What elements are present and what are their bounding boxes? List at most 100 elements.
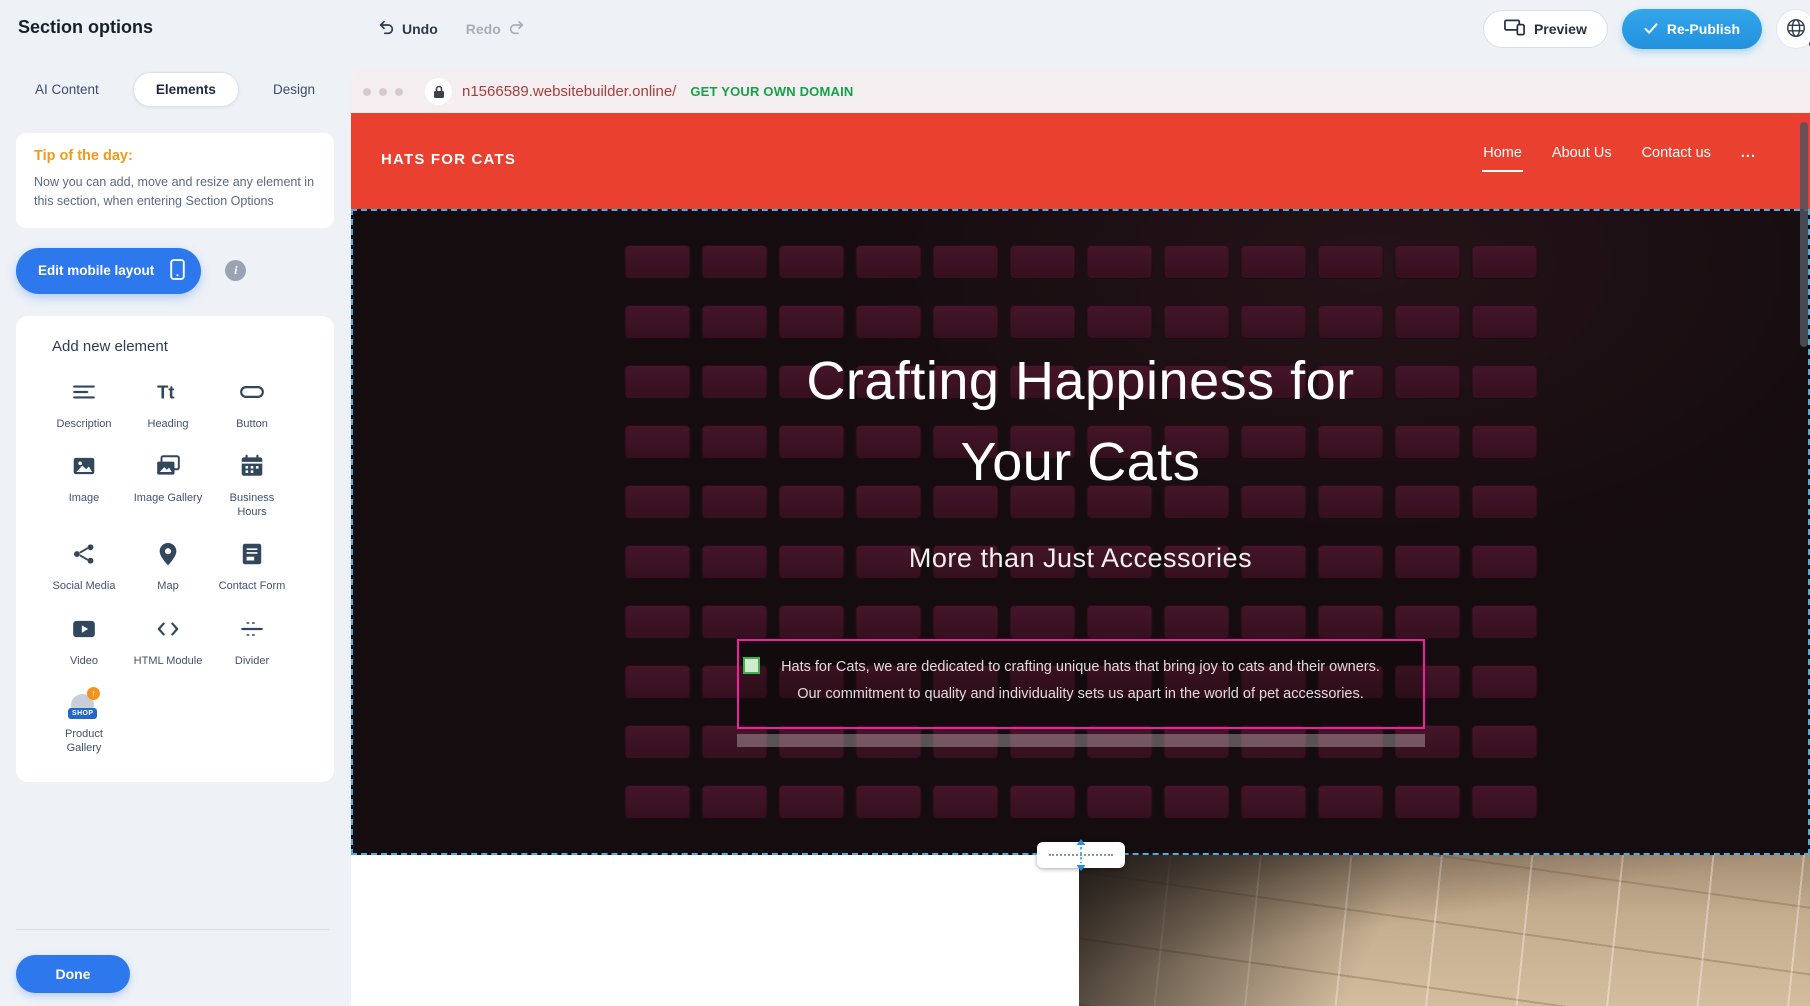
language-globe-button[interactable] [1776,9,1810,49]
next-section[interactable] [351,855,1810,1006]
element-option-description[interactable]: Description [42,379,126,431]
hero-tile [624,305,690,339]
topbar-actions: Preview Re-Publish [1483,0,1810,58]
element-drag-handle[interactable] [743,657,760,674]
hero-tile [855,245,921,279]
hero-tile [855,785,921,819]
section-options-sidebar: AI Content Elements Design Tip of the da… [0,58,350,1006]
hero-tile [1009,245,1075,279]
undo-button[interactable]: Undo [378,20,438,38]
element-margin-indicator [737,734,1425,747]
page-scrollbar[interactable] [1800,122,1808,347]
hero-tile [1240,605,1306,639]
edit-mobile-layout-button[interactable]: Edit mobile layout [16,248,201,294]
redo-icon [508,20,525,38]
hero-tile [1471,725,1537,759]
hero-paragraph: Hats for Cats, we are dedicated to craft… [739,654,1423,708]
hero-tile [1471,245,1537,279]
hero-section-selected[interactable]: Crafting Happiness for Your Cats More th… [351,209,1810,855]
site-nav: Home About Us Contact us ... [1483,145,1756,161]
hero-tile [1240,245,1306,279]
site-logo[interactable]: HATS FOR CATS [381,151,516,168]
image-gallery-icon [155,453,181,484]
hero-tile [1317,305,1383,339]
browser-chrome-bar: n1566589.websitebuilder.online/ GET YOUR… [351,70,1810,113]
section-resize-handle[interactable] [1037,842,1125,868]
done-button[interactable]: Done [16,955,130,993]
phone-icon [170,259,185,283]
hero-tile [1086,605,1152,639]
hero-tile [932,785,998,819]
site-url[interactable]: n1566589.websitebuilder.online/ [462,83,676,100]
hero-tile [1394,305,1460,339]
add-element-panel: Add new element Description Tt Heading B… [16,316,334,782]
hero-heading[interactable]: Crafting Happiness for Your Cats [353,341,1808,503]
hero-tile [701,305,767,339]
hero-tile [624,665,690,699]
hero-tile [778,305,844,339]
undo-icon [378,20,395,38]
hero-tile [701,245,767,279]
element-option-map[interactable]: Map [126,541,210,593]
hero-tile [932,245,998,279]
element-option-image-gallery[interactable]: Image Gallery [126,453,210,520]
preview-button[interactable]: Preview [1483,10,1608,48]
hero-tile [1086,245,1152,279]
element-option-business-hours[interactable]: Business Hours [210,453,294,520]
shop-plus-badge: ↑ [87,687,100,700]
element-option-social-media[interactable]: Social Media [42,541,126,593]
element-option-contact-form[interactable]: Contact Form [210,541,294,593]
window-dot [379,88,387,96]
hero-tile [855,305,921,339]
site-header[interactable]: HATS FOR CATS Home About Us Contact us .… [351,113,1810,209]
hero-tile [1317,785,1383,819]
nav-more[interactable]: ... [1741,145,1756,161]
element-option-image[interactable]: Image [42,453,126,520]
svg-text:Tt: Tt [157,381,174,402]
divider-icon [239,616,265,647]
hero-tile [1163,305,1229,339]
hero-tile [1471,305,1537,339]
heading-icon: Tt [155,379,181,410]
element-option-html-module[interactable]: HTML Module [126,616,210,668]
hero-tile [1471,785,1537,819]
check-icon [1644,21,1658,37]
ssl-lock-icon [425,78,452,105]
hero-tile [1086,305,1152,339]
shop-ribbon: SHOP [68,708,97,719]
tip-title: Tip of the day: [34,148,316,164]
site-preview-window: n1566589.websitebuilder.online/ GET YOUR… [351,70,1810,1006]
element-option-product-gallery[interactable]: SHOP ↑ Product Gallery [42,690,126,756]
info-icon[interactable]: i [225,260,246,281]
video-icon [71,616,97,647]
nav-about-us[interactable]: About Us [1552,145,1612,161]
code-icon [155,616,181,647]
hero-tile [1471,605,1537,639]
nav-contact-us[interactable]: Contact us [1642,145,1711,161]
hero-tile [778,785,844,819]
floor-photo [1079,855,1810,1006]
nav-home[interactable]: Home [1483,145,1522,161]
mobile-layout-row: Edit mobile layout i [16,248,334,294]
topbar: Section options Undo Redo Preview Re-Pub… [0,0,1810,58]
tab-design[interactable]: Design [260,72,328,107]
selected-paragraph-element[interactable]: Hats for Cats, we are dedicated to craft… [737,639,1425,729]
hero-tile [701,605,767,639]
get-domain-link[interactable]: GET YOUR OWN DOMAIN [690,84,853,99]
republish-button[interactable]: Re-Publish [1622,9,1762,49]
hero-tile-grid [624,245,1537,819]
contact-form-icon [239,541,265,572]
element-option-divider[interactable]: Divider [210,616,294,668]
element-option-heading[interactable]: Tt Heading [126,379,210,431]
hero-tile [778,245,844,279]
window-dot [363,88,371,96]
resize-arrows-icon [1074,838,1088,877]
map-pin-icon [155,541,181,572]
hero-subheading[interactable]: More than Just Accessories [353,543,1808,574]
redo-button[interactable]: Redo [466,20,525,38]
tab-ai-content[interactable]: AI Content [22,72,112,107]
element-option-button[interactable]: Button [210,379,294,431]
element-option-video[interactable]: Video [42,616,126,668]
tab-elements[interactable]: Elements [133,72,239,107]
history-controls: Undo Redo [378,0,525,58]
